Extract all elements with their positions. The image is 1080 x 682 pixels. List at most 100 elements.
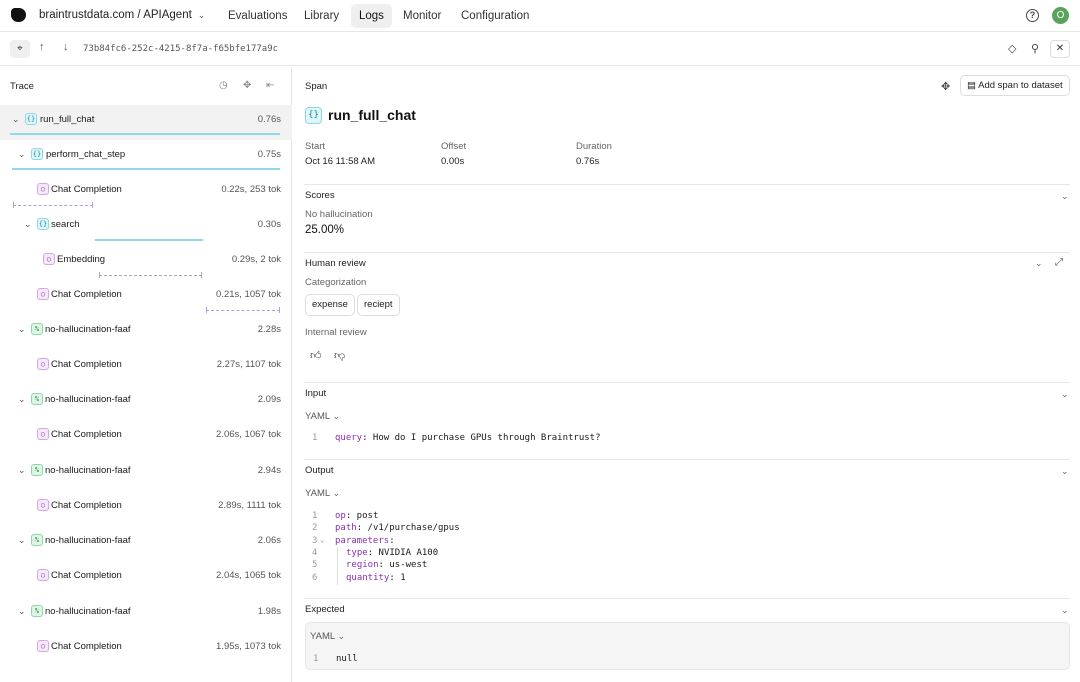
- score-icon: %: [31, 323, 43, 335]
- input-format-select[interactable]: YAML ⌄: [305, 411, 340, 422]
- trace-row[interactable]: ⌄ {} perform_chat_step 0.75s: [0, 140, 292, 175]
- embedding-icon: ○: [43, 253, 55, 265]
- previous-row-arrow-icon[interactable]: ↑: [39, 41, 45, 53]
- chevron-down-icon[interactable]: ⌄: [12, 114, 20, 125]
- code-line: path: /v1/purchase/gpus: [335, 523, 460, 533]
- start-label: Start: [305, 141, 326, 152]
- trace-row-label: no-hallucination-faaf: [45, 465, 131, 476]
- trace-row-label: Embedding: [57, 254, 106, 265]
- add-span-to-dataset-button[interactable]: ▤ Add span to dataset: [960, 75, 1070, 96]
- focus-trace-button[interactable]: ⌖: [10, 40, 30, 58]
- crosshair-icon[interactable]: ✥: [243, 80, 251, 91]
- trace-row[interactable]: ○ Embedding 0.29s, 2 tok: [0, 245, 292, 280]
- help-icon[interactable]: ?: [1026, 9, 1039, 22]
- braintrust-logo-icon[interactable]: [11, 8, 26, 22]
- chevron-down-icon[interactable]: ⌄: [18, 606, 26, 617]
- line-number: 4: [312, 548, 318, 558]
- trace-row-label: Chat Completion: [51, 500, 122, 511]
- chevron-down-icon[interactable]: ⌄: [18, 535, 26, 546]
- crosshair-icon[interactable]: ✥: [941, 80, 950, 93]
- yaml-key: type: [346, 548, 368, 558]
- expected-title[interactable]: Expected: [305, 604, 345, 615]
- human-review-title[interactable]: Human review: [305, 258, 366, 269]
- chevron-down-icon[interactable]: ⌄: [24, 219, 32, 230]
- thumbs-up-icon[interactable]: 👍︎: [310, 349, 322, 362]
- scores-title[interactable]: Scores: [305, 190, 335, 201]
- yaml-key: parameters: [335, 536, 390, 546]
- expected-format-select[interactable]: YAML ⌄: [310, 631, 345, 642]
- duration-label: Duration: [576, 141, 612, 152]
- trace-row[interactable]: ○ Chat Completion 1.95s, 1073 tok: [0, 632, 292, 667]
- line-number: 1: [313, 654, 319, 664]
- trace-row[interactable]: ○ Chat Completion 2.06s, 1067 tok: [0, 420, 292, 455]
- trace-row[interactable]: ⌄ % no-hallucination-faaf 2.94s: [0, 456, 292, 491]
- trace-row[interactable]: ⌄ % no-hallucination-faaf 2.06s: [0, 526, 292, 561]
- fold-chevron-icon[interactable]: ⌄: [320, 536, 324, 544]
- trace-row-duration: 0.21s, 1057 tok: [216, 289, 281, 300]
- trace-row[interactable]: ○ Chat Completion 2.89s, 1111 tok: [0, 491, 292, 526]
- trace-row[interactable]: ⌄ % no-hallucination-faaf 2.09s: [0, 385, 292, 420]
- yaml-key: quantity: [346, 573, 390, 583]
- code-line: quantity: 1: [346, 573, 406, 583]
- trace-row-duration: 2.27s, 1107 tok: [216, 359, 281, 370]
- trace-row[interactable]: ⌄ {} search 0.30s: [0, 210, 292, 245]
- trace-row-duration: 0.75s: [257, 149, 281, 160]
- chevron-down-icon[interactable]: ⌄: [1061, 605, 1069, 616]
- chevron-down-icon[interactable]: ⌄: [1061, 466, 1069, 477]
- thumbs-down-icon[interactable]: 👎︎: [334, 349, 345, 362]
- input-title[interactable]: Input: [305, 388, 326, 399]
- trace-row-label: Chat Completion: [51, 570, 122, 581]
- timer-icon[interactable]: ◷: [219, 80, 228, 91]
- code-line: parameters:: [335, 536, 395, 546]
- trace-row-duration: 1.95s, 1073 tok: [216, 641, 281, 652]
- trace-row[interactable]: ○ Chat Completion 2.27s, 1107 tok: [0, 350, 292, 385]
- category-pill-reciept[interactable]: reciept: [357, 294, 400, 316]
- offset-label: Offset: [441, 141, 467, 152]
- tab-library[interactable]: Library: [296, 4, 347, 28]
- avatar[interactable]: O: [1052, 7, 1069, 24]
- trace-row[interactable]: ⌄ {} run_full_chat 0.76s: [0, 105, 292, 140]
- output-title[interactable]: Output: [305, 465, 334, 476]
- chevron-down-icon[interactable]: ⌄: [1035, 258, 1043, 269]
- next-row-arrow-icon[interactable]: ↓: [63, 41, 69, 53]
- expected-editor[interactable]: YAML ⌄ 1 null: [305, 622, 1070, 670]
- trace-row[interactable]: ○ Chat Completion 0.21s, 1057 tok: [0, 280, 292, 315]
- tab-logs[interactable]: Logs: [351, 4, 392, 28]
- chevron-down-icon[interactable]: ⌄: [1061, 389, 1069, 400]
- tab-evaluations[interactable]: Evaluations: [220, 4, 295, 28]
- offset-value: 0.00s: [441, 156, 465, 167]
- trace-row[interactable]: ⌄ % no-hallucination-faaf 1.98s: [0, 597, 292, 632]
- category-pill-expense[interactable]: expense: [305, 294, 355, 316]
- trace-row[interactable]: ○ Chat Completion 0.22s, 253 tok: [0, 175, 292, 210]
- top-nav: braintrustdata.com / APIAgent ⌄ Evaluati…: [0, 0, 1080, 32]
- tab-monitor[interactable]: Monitor: [395, 4, 449, 28]
- trace-row-label: Chat Completion: [51, 359, 122, 370]
- code-line: region: us-west: [346, 560, 428, 570]
- chevron-down-icon[interactable]: ⌄: [18, 324, 26, 335]
- chevron-down-icon: ⌄: [332, 488, 340, 498]
- span-detail-panel: Span ✥ ▤ Add span to dataset {} run_full…: [293, 67, 1080, 682]
- database-icon: ▤: [967, 80, 976, 91]
- yaml-value: NVIDIA A100: [373, 548, 439, 558]
- divider: [304, 598, 1070, 599]
- expand-icon[interactable]: ⤢: [1055, 257, 1063, 268]
- line-number: 5: [312, 560, 318, 570]
- project-selector[interactable]: braintrustdata.com / APIAgent ⌄: [39, 9, 205, 21]
- chevron-down-icon[interactable]: ⌄: [1061, 191, 1069, 202]
- chevron-down-icon[interactable]: ⌄: [18, 394, 26, 405]
- tab-configuration[interactable]: Configuration: [453, 4, 537, 28]
- chat-completion-icon: ○: [37, 288, 49, 300]
- tag-icon[interactable]: ◇: [1008, 42, 1016, 55]
- chevron-down-icon[interactable]: ⌄: [18, 465, 26, 476]
- trace-row[interactable]: ⌄ % no-hallucination-faaf 2.28s: [0, 315, 292, 350]
- close-icon[interactable]: ✕: [1050, 40, 1070, 58]
- score-name: No hallucination: [305, 209, 373, 220]
- search-icon[interactable]: ⚲: [1031, 42, 1039, 55]
- collapse-icon[interactable]: ⇤: [266, 80, 274, 91]
- span-title: run_full_chat: [328, 107, 416, 123]
- chevron-down-icon[interactable]: ⌄: [18, 149, 26, 160]
- yaml-value: How do I purchase GPUs through Braintrus…: [367, 433, 601, 443]
- trace-row[interactable]: ○ Chat Completion 2.04s, 1065 tok: [0, 561, 292, 596]
- trace-title: Trace: [10, 81, 34, 92]
- output-format-select[interactable]: YAML ⌄: [305, 488, 340, 499]
